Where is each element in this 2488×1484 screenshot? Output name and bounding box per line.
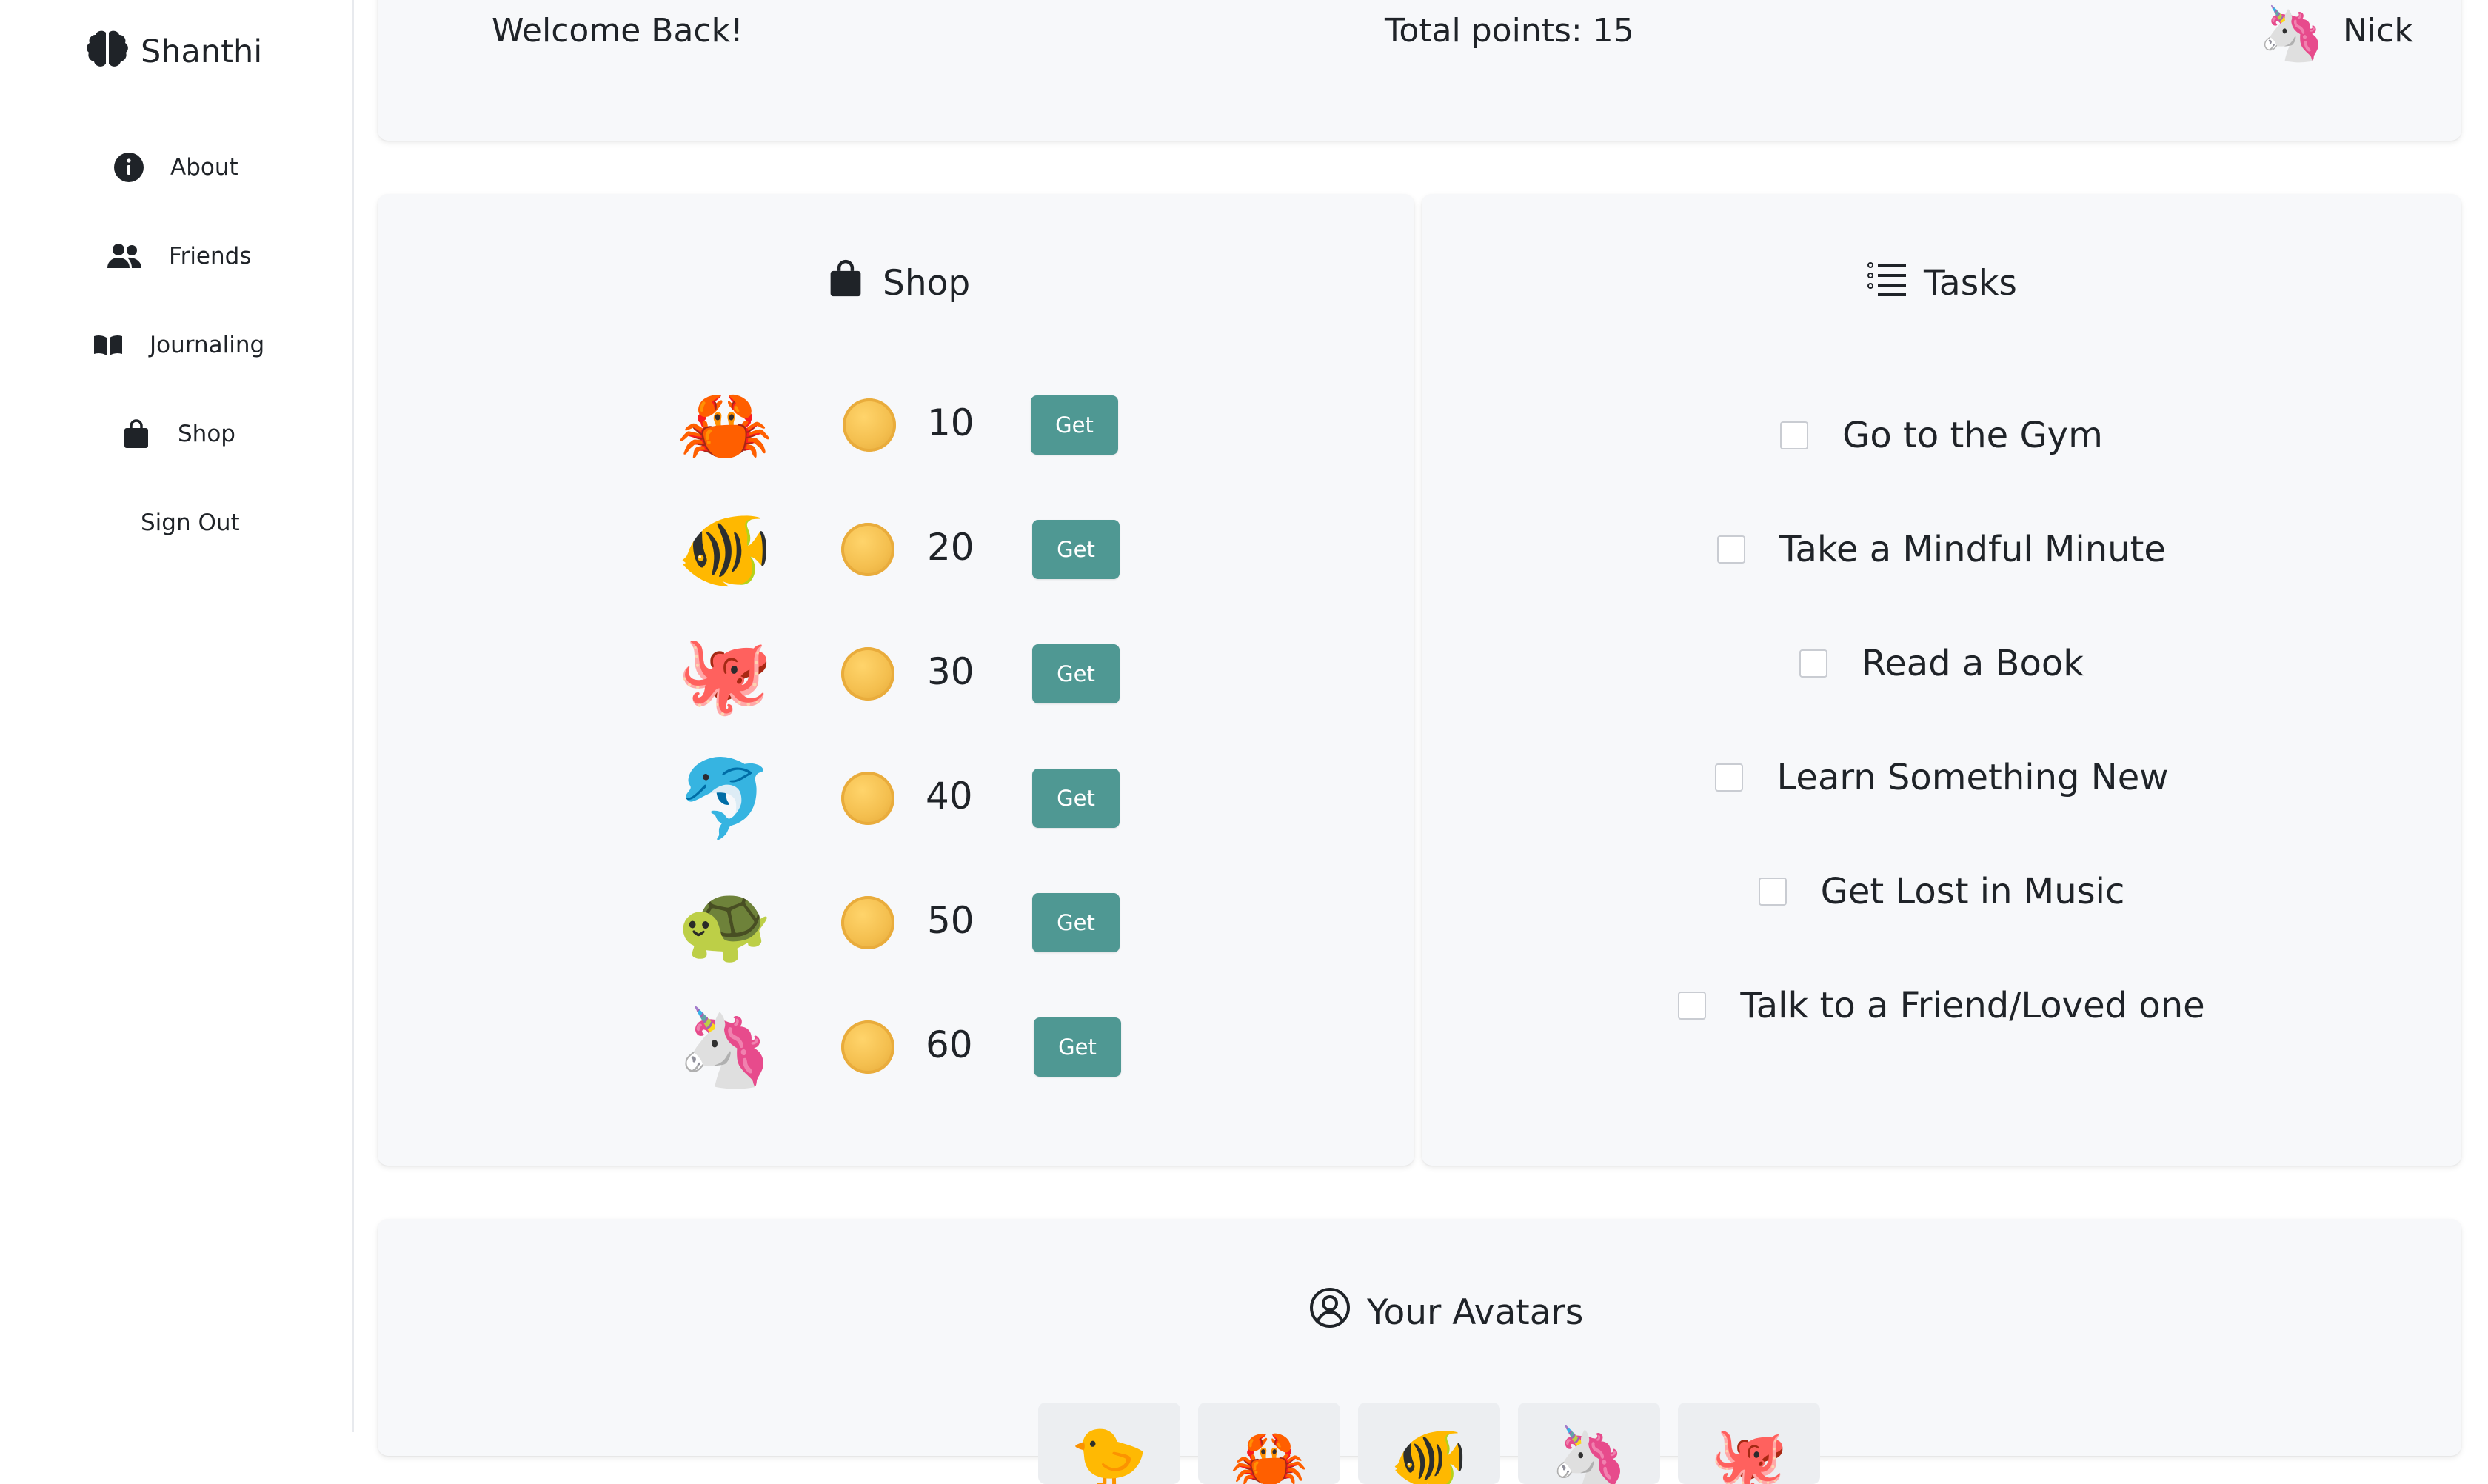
avatar-tile[interactable]: 🦄 bbox=[1518, 1403, 1660, 1484]
task-checkbox[interactable] bbox=[1678, 992, 1707, 1020]
sidebar-item-label: Friends bbox=[169, 243, 252, 270]
main-content: Welcome Back! Total points: 15 🦄 Nick Sh… bbox=[354, 0, 2488, 1484]
task-label: Read a Book bbox=[1862, 643, 2084, 684]
task-item: Take a Mindful Minute bbox=[1422, 520, 2461, 579]
header-bar: Welcome Back! Total points: 15 🦄 Nick bbox=[378, 0, 2461, 141]
total-points: Total points: 15 bbox=[1385, 12, 1634, 50]
get-button[interactable]: Get bbox=[1032, 644, 1120, 703]
sidebar-item-label: About bbox=[170, 154, 238, 181]
shop-item-avatar: 🦀 bbox=[677, 380, 773, 470]
task-checkbox[interactable] bbox=[1714, 763, 1743, 792]
app-name: Shanthi bbox=[141, 33, 263, 70]
shopping-bag-icon bbox=[120, 418, 153, 450]
shop-item: 🐠 20 Get bbox=[378, 505, 1414, 594]
shop-item: 🐬 40 Get bbox=[378, 754, 1414, 843]
shop-item-price: 60 bbox=[926, 1023, 973, 1066]
shop-panel: Shop 🦀 10 Get 🐠 20 Get 🐙 30 Get 🐬 40 Get bbox=[378, 194, 1414, 1166]
sidebar-item-shop[interactable]: Shop bbox=[120, 412, 235, 456]
list-icon bbox=[1866, 258, 1907, 308]
get-button[interactable]: Get bbox=[1032, 893, 1120, 952]
people-icon bbox=[105, 240, 144, 273]
task-item: Get Lost in Music bbox=[1422, 862, 2461, 921]
shop-item: 🦀 10 Get bbox=[378, 381, 1414, 469]
task-label: Go to the Gym bbox=[1842, 415, 2103, 456]
shop-item-avatar: 🐢 bbox=[677, 878, 773, 968]
task-item: Talk to a Friend/Loved one bbox=[1422, 976, 2461, 1035]
user-name[interactable]: Nick bbox=[2343, 12, 2413, 50]
coin-icon bbox=[841, 523, 894, 576]
task-item: Go to the Gym bbox=[1422, 406, 2461, 465]
task-item: Read a Book bbox=[1422, 634, 2461, 693]
coin-icon bbox=[841, 647, 894, 701]
shop-item: 🦄 60 Get bbox=[378, 1003, 1414, 1092]
task-label: Get Lost in Music bbox=[1820, 871, 2125, 912]
sidebar-item-journaling[interactable]: Journaling bbox=[92, 323, 264, 367]
shop-item: 🐙 30 Get bbox=[378, 629, 1414, 718]
shop-item-avatar: 🐙 bbox=[677, 629, 773, 719]
shop-title: Shop bbox=[825, 258, 970, 308]
task-checkbox[interactable] bbox=[1717, 535, 1746, 564]
sidebar-item-about[interactable]: About bbox=[113, 145, 238, 190]
shop-item-price: 10 bbox=[927, 401, 974, 444]
user-avatar[interactable]: 🦄 bbox=[2258, 0, 2325, 67]
info-circle-icon bbox=[113, 151, 145, 184]
welcome-text: Welcome Back! bbox=[492, 12, 743, 50]
avatar-tile[interactable]: 🐤 bbox=[1038, 1403, 1180, 1484]
shop-item-price: 20 bbox=[927, 526, 974, 569]
task-checkbox[interactable] bbox=[1758, 878, 1787, 906]
get-button[interactable]: Get bbox=[1032, 769, 1120, 828]
task-checkbox[interactable] bbox=[1799, 649, 1827, 678]
brand[interactable]: Shanthi bbox=[83, 28, 262, 76]
task-checkbox[interactable] bbox=[1780, 421, 1809, 449]
get-button[interactable]: Get bbox=[1034, 1017, 1121, 1077]
sidebar-item-label: Shop bbox=[178, 421, 235, 447]
get-button[interactable]: Get bbox=[1032, 520, 1120, 579]
tasks-panel: Tasks Go to the Gym Take a Mindful Minut… bbox=[1422, 194, 2461, 1166]
avatars-title: Your Avatars bbox=[1309, 1287, 1583, 1337]
avatar-tile[interactable]: 🐙 bbox=[1678, 1403, 1820, 1484]
brain-icon bbox=[83, 28, 132, 76]
task-item: Learn Something New bbox=[1422, 748, 2461, 807]
shop-item: 🐢 50 Get bbox=[378, 878, 1414, 967]
coin-icon bbox=[841, 772, 894, 825]
task-label: Learn Something New bbox=[1776, 757, 2169, 798]
shop-item-avatar: 🐬 bbox=[677, 753, 773, 843]
coin-icon bbox=[843, 398, 896, 452]
shop-item-price: 50 bbox=[927, 899, 974, 942]
task-label: Take a Mindful Minute bbox=[1779, 529, 2166, 570]
sidebar-item-sign-out[interactable]: Sign Out bbox=[141, 501, 240, 545]
avatar-tile[interactable]: 🦀 bbox=[1198, 1403, 1340, 1484]
task-label: Talk to a Friend/Loved one bbox=[1740, 985, 2205, 1026]
shop-item-avatar: 🦄 bbox=[677, 1002, 773, 1092]
shop-item-avatar: 🐠 bbox=[677, 504, 773, 595]
get-button[interactable]: Get bbox=[1031, 395, 1118, 455]
coin-icon bbox=[841, 1020, 894, 1074]
shopping-bag-icon bbox=[825, 258, 866, 308]
shop-item-price: 30 bbox=[927, 650, 974, 693]
sidebar: Shanthi About Friends Journaling Shop Si… bbox=[0, 0, 354, 1432]
open-book-icon bbox=[92, 329, 124, 361]
sidebar-item-label: Journaling bbox=[150, 332, 265, 358]
sidebar-item-friends[interactable]: Friends bbox=[105, 234, 251, 278]
user-circle-icon bbox=[1309, 1287, 1351, 1337]
sidebar-item-label: Sign Out bbox=[141, 509, 240, 536]
coin-icon bbox=[841, 896, 894, 949]
avatar-tile[interactable]: 🐠 bbox=[1358, 1403, 1500, 1484]
tasks-title: Tasks bbox=[1866, 258, 2017, 308]
shop-item-price: 40 bbox=[926, 775, 973, 818]
